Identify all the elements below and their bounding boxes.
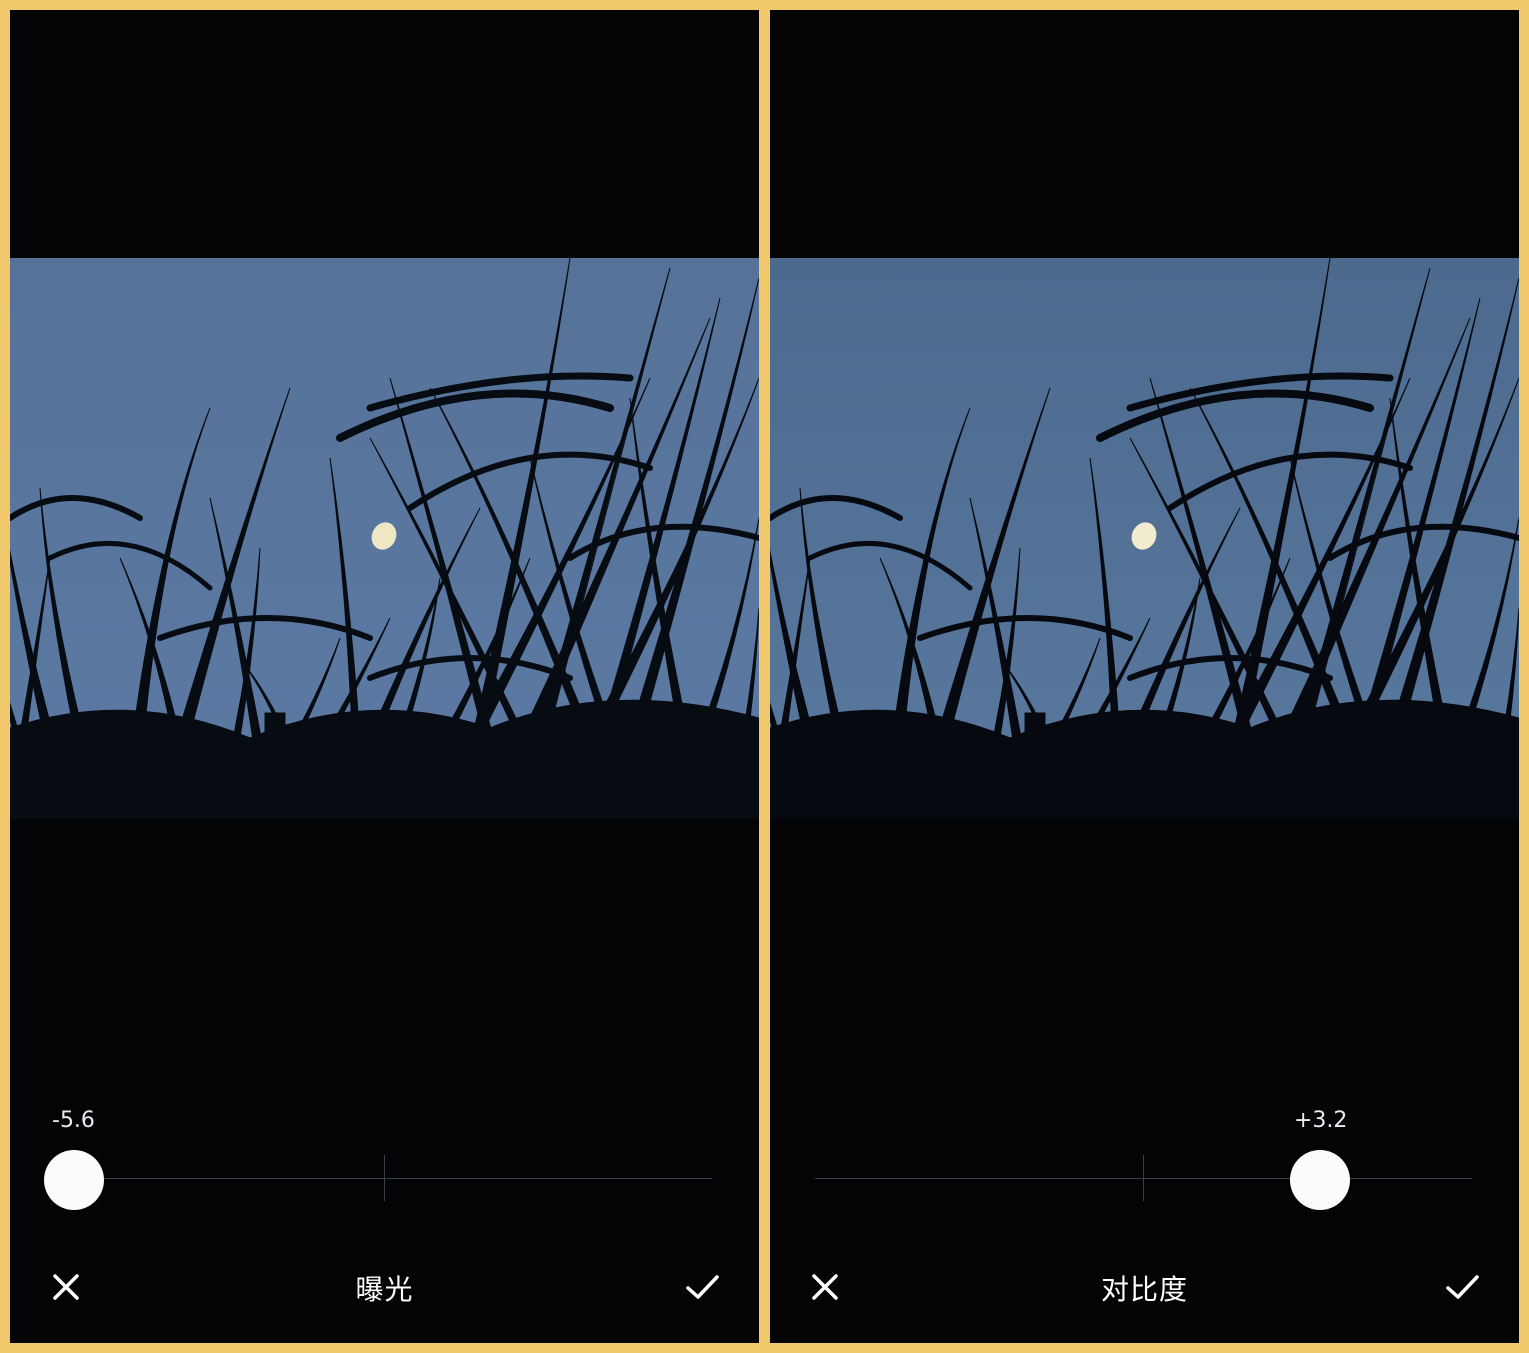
slider-thumb[interactable] [44, 1150, 104, 1210]
slider-value-label: +3.2 [1294, 1108, 1348, 1133]
exposure-editor-panel: -5.6 曝光 [10, 10, 759, 1343]
photo-preview [10, 258, 759, 819]
photo-image [10, 258, 759, 819]
slider-thumb[interactable] [1290, 1150, 1350, 1210]
slider-track[interactable] [74, 1178, 712, 1179]
contrast-editor-panel: +3.2 对比度 [770, 10, 1519, 1343]
tool-title: 对比度 [1100, 1273, 1188, 1306]
ground-silhouette [770, 699, 1519, 819]
ground-silhouette [10, 699, 759, 819]
checkmark-icon [686, 1275, 719, 1299]
slider-center-tick [1143, 1155, 1144, 1201]
slider-value-label: -5.6 [52, 1108, 95, 1133]
fence-post [569, 757, 607, 819]
checkmark-icon [1446, 1275, 1479, 1299]
fence-post [689, 727, 705, 819]
confirm-button[interactable] [1440, 1265, 1484, 1309]
fence-post [1449, 727, 1465, 819]
fence-post [264, 712, 286, 819]
photo-preview [770, 258, 1519, 819]
slider-center-tick [384, 1155, 385, 1201]
fence-post [1024, 712, 1046, 819]
confirm-button[interactable] [680, 1265, 724, 1309]
photo-image [770, 258, 1519, 819]
fence-post [1329, 757, 1367, 819]
tool-title: 曝光 [355, 1273, 414, 1306]
